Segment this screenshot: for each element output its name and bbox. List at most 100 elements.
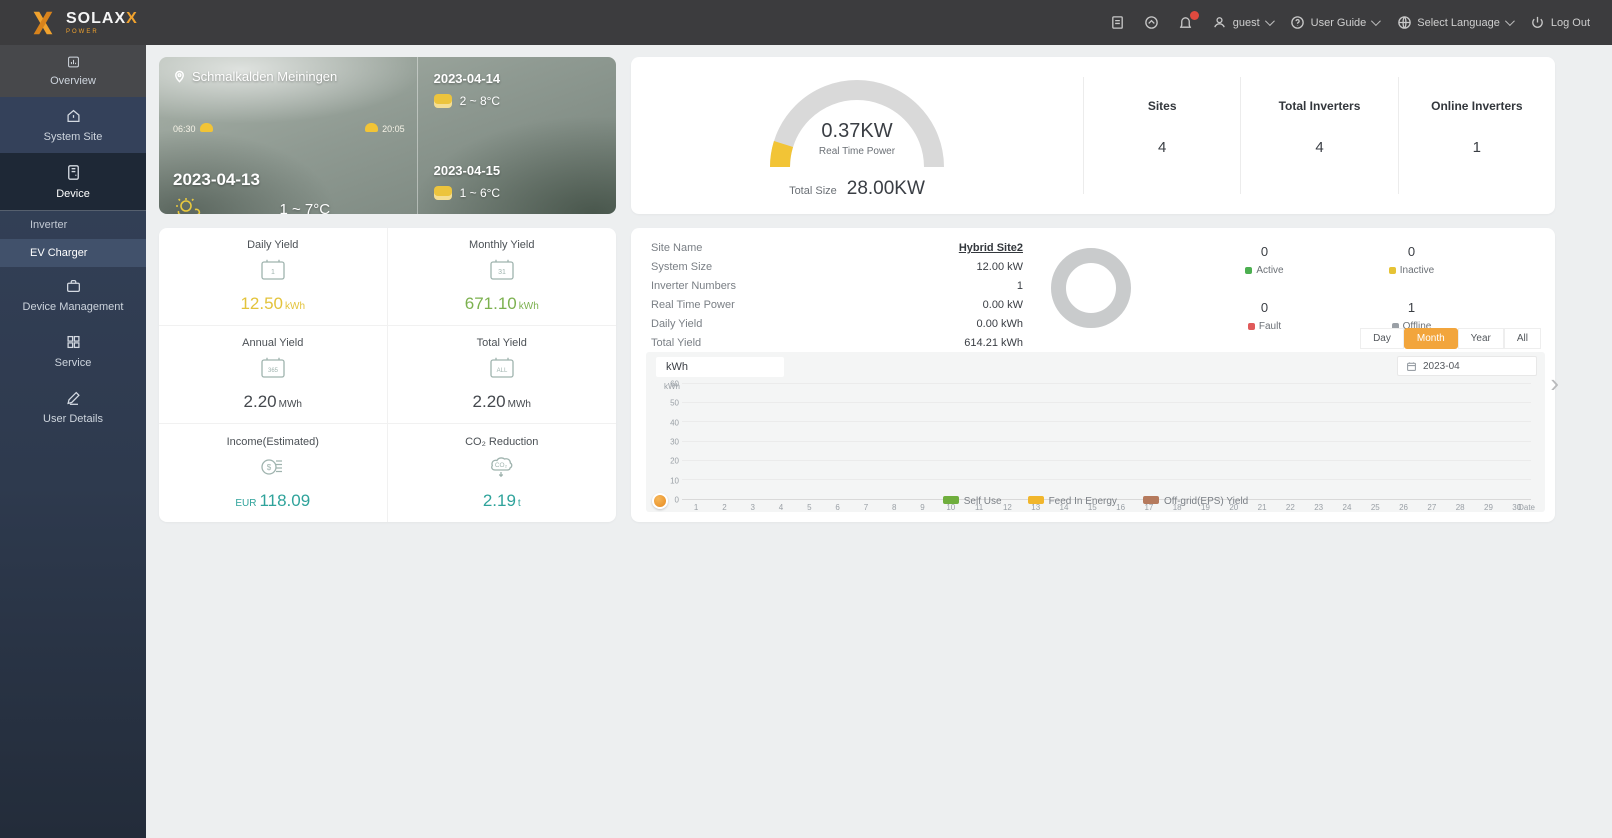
sidebar-item-service[interactable]: Service: [0, 323, 146, 379]
bar-day-23[interactable]: 23: [1305, 384, 1333, 512]
income-value: 118.09: [259, 490, 311, 510]
bar-day-17[interactable]: 17: [1135, 384, 1163, 512]
bar-day-3[interactable]: 3: [739, 384, 767, 512]
status-fault: 0 Fault: [1191, 300, 1338, 356]
bar-day-22[interactable]: 22: [1276, 384, 1304, 512]
sidebar-item-device[interactable]: Device: [0, 153, 146, 211]
monthly-yield-value: 671.10: [464, 294, 517, 313]
weather-location: Schmalkalden Meiningen: [192, 69, 338, 84]
inverter-numbers-value: 1: [1016, 280, 1023, 292]
brand-logo[interactable]: SOLAXX POWER: [28, 8, 138, 38]
co2-cell: CO₂ Reduction CO₂ 2.19 t: [465, 435, 539, 510]
language-label: Select Language: [1417, 16, 1500, 29]
site-real-time-power-value: 0.00 kW: [982, 299, 1023, 311]
daily-yield-cell: Daily Yield 1 12.50 kWh: [159, 228, 388, 326]
bar-day-30[interactable]: 30: [1503, 384, 1531, 512]
sunset-time: 20:05: [382, 124, 405, 134]
bar-day-21[interactable]: 21: [1248, 384, 1276, 512]
range-month-button[interactable]: Month: [1403, 328, 1458, 349]
chevron-down-icon: [1371, 16, 1382, 27]
sidebar-item-user-details[interactable]: User Details: [0, 379, 146, 435]
calendar-all-icon: ALL: [487, 355, 517, 386]
calendar-icon: [1407, 361, 1416, 371]
bar-day-19[interactable]: 19: [1191, 384, 1219, 512]
bar-day-28[interactable]: 28: [1446, 384, 1474, 512]
notification-bell-icon[interactable]: [1178, 10, 1199, 31]
user-icon: [1212, 15, 1228, 31]
bar-day-15[interactable]: 15: [1078, 384, 1106, 512]
brand-sub: POWER: [66, 28, 99, 35]
next-site-arrow[interactable]: ›: [1550, 370, 1559, 396]
user-guide-menu[interactable]: User Guide: [1290, 15, 1382, 31]
bar-day-20[interactable]: 20: [1220, 384, 1248, 512]
bar-day-2[interactable]: 2: [710, 384, 738, 512]
home-icon[interactable]: [1144, 15, 1160, 31]
bar-day-6[interactable]: 6: [823, 384, 851, 512]
status-donut-chart: [1051, 248, 1131, 328]
sun-cloud-icon: [176, 198, 201, 214]
solax-dashboard: SOLAXX POWER guest User Guide Select Lan…: [0, 0, 1612, 838]
language-menu[interactable]: Select Language: [1396, 15, 1515, 31]
calendar-year-icon: 365: [258, 355, 288, 386]
range-all-button[interactable]: All: [1503, 328, 1541, 349]
bar-day-27[interactable]: 27: [1418, 384, 1446, 512]
y-tick: 30: [670, 437, 679, 447]
bar-day-10[interactable]: 10: [937, 384, 965, 512]
sidebar-item-overview[interactable]: Overview: [0, 45, 146, 97]
power-icon: [1530, 15, 1546, 31]
summary-card: 0.37KW Real Time Power Total Size 28.00K…: [631, 57, 1555, 214]
bar-day-29[interactable]: 29: [1474, 384, 1502, 512]
bar-day-13[interactable]: 13: [1022, 384, 1050, 512]
sidebar-subitem-inverter[interactable]: Inverter: [0, 211, 146, 239]
bar-day-9[interactable]: 9: [908, 384, 936, 512]
co2-cloud-icon: CO₂: [487, 454, 517, 485]
username: guest: [1232, 16, 1260, 29]
logout-button[interactable]: Log Out: [1530, 15, 1590, 31]
sidebar-item-system-site[interactable]: System Site: [0, 97, 146, 153]
legend-self-use[interactable]: Self Use: [942, 496, 1002, 507]
sidebar: Overview System Site Device Inverter EV …: [0, 45, 146, 838]
y-tick: 40: [670, 418, 679, 428]
forecast-day-1: 2023-04-14 2 ~ 8°C: [433, 71, 501, 108]
annual-yield-cell: Annual Yield 365 2.20 MWh: [159, 326, 388, 424]
stat-online-inverters: Online Inverters 1: [1397, 77, 1555, 194]
sun-icon: [433, 94, 452, 108]
feedback-float-button[interactable]: [652, 493, 668, 509]
total-size-value: 28.00KW: [846, 178, 925, 199]
bar-day-24[interactable]: 24: [1333, 384, 1361, 512]
legend-eps[interactable]: Off-grid(EPS) Yield: [1142, 496, 1248, 507]
bar-day-8[interactable]: 8: [880, 384, 908, 512]
legend-feed-in[interactable]: Feed In Energy: [1027, 496, 1117, 507]
range-year-button[interactable]: Year: [1457, 328, 1504, 349]
bar-day-16[interactable]: 16: [1106, 384, 1134, 512]
bar-day-14[interactable]: 14: [1050, 384, 1078, 512]
bar-day-7[interactable]: 7: [852, 384, 880, 512]
report-icon[interactable]: [1110, 15, 1126, 31]
range-day-button[interactable]: Day: [1360, 328, 1404, 349]
bar-day-5[interactable]: 5: [795, 384, 823, 512]
user-details-icon: [66, 391, 80, 405]
sun-icon: [433, 186, 452, 200]
site-panel: Site Name Hybrid Site2 System Size 12.00 k…: [631, 228, 1559, 522]
sidebar-item-device-management[interactable]: Device Management: [0, 267, 146, 323]
bar-day-26[interactable]: 26: [1389, 384, 1417, 512]
bar-day-25[interactable]: 25: [1361, 384, 1389, 512]
forecast-day-2: 2023-04-15 1 ~ 6°C: [433, 163, 501, 200]
date-picker[interactable]: 2023-04: [1397, 356, 1537, 376]
real-time-power-label: Real Time Power: [818, 146, 896, 157]
svg-text:$: $: [267, 463, 272, 472]
chart-bars: 1 2 3 4 5 6 7 8 9 10 11 12 13 14 15 16 17 18 19 20 21 22 23 24 2…: [682, 384, 1531, 512]
site-name-link[interactable]: Hybrid Site2: [959, 242, 1023, 254]
unit-select[interactable]: kWh: [656, 357, 784, 377]
bar-day-12[interactable]: 12: [993, 384, 1021, 512]
bar-day-4[interactable]: 4: [767, 384, 795, 512]
total-yield-value: 2.20: [472, 392, 506, 411]
user-menu[interactable]: guest: [1212, 15, 1275, 31]
bar-day-11[interactable]: 11: [965, 384, 993, 512]
bar-day-1[interactable]: 1: [682, 384, 710, 512]
service-icon: [66, 335, 80, 349]
sidebar-subitem-ev-charger[interactable]: EV Charger: [0, 239, 146, 267]
bar-day-18[interactable]: 18: [1163, 384, 1191, 512]
globe-icon: [1396, 15, 1412, 31]
eps-swatch: [1142, 496, 1159, 504]
